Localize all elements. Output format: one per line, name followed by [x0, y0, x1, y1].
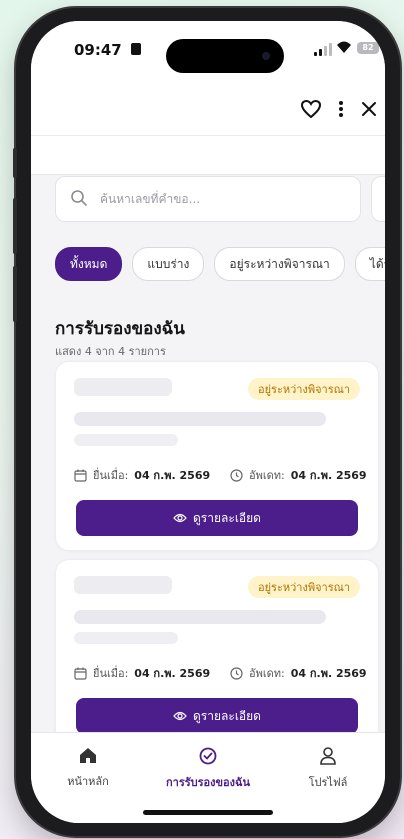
updated-label: อัพเดท:	[249, 667, 285, 680]
home-icon	[80, 748, 96, 763]
submitted-value: 04 ก.พ. 2569	[134, 667, 211, 680]
certification-card[interactable]: อยู่ระหว่างพิจารณา ยื่นเมื่อ: 04 ก.พ. 25…	[55, 559, 379, 749]
status-filter-chips: ทั้งหมด แบบร่าง อยู่ระหว่างพิจารณา ได้รั…	[55, 247, 385, 281]
status-badge: อยู่ระหว่างพิจารณา	[247, 378, 360, 400]
updated-label: อัพเดท:	[249, 469, 285, 482]
submitted-date: ยื่นเมื่อ: 04 ก.พ. 2569	[74, 466, 210, 484]
bottom-navigation: หน้าหลัก การรับรองของฉัน โปรไฟล์	[31, 732, 385, 823]
status-time: 09:47	[74, 41, 122, 59]
view-details-label: ดูรายละเอียด	[193, 510, 261, 525]
phone-frame: 09:47 82 ค้นหาเลขที่คำขอ... ทั้งหมด แบบร…	[13, 8, 400, 836]
page-title: การรับรองของฉัน	[55, 319, 185, 339]
dynamic-island	[166, 39, 284, 73]
battery-level: 82	[362, 43, 374, 52]
cellular-signal-icon	[314, 43, 332, 56]
updated-value: 04 ก.พ. 2569	[290, 667, 367, 680]
favorite-heart-icon[interactable]	[299, 97, 323, 121]
view-details-button[interactable]: ดูรายละเอียด	[76, 698, 358, 734]
chip-under-review[interactable]: อยู่ระหว่างพิจารณา	[214, 247, 345, 281]
result-count: แสดง 4 จาก 4 รายการ	[55, 345, 166, 358]
request-subtitle-redacted	[74, 632, 178, 644]
updated-value: 04 ก.พ. 2569	[290, 469, 367, 482]
calendar-icon	[74, 469, 87, 482]
filter-button[interactable]	[371, 176, 385, 222]
chip-draft[interactable]: แบบร่าง	[132, 247, 205, 281]
view-details-label: ดูรายละเอียด	[193, 708, 261, 723]
nav-home-label: หน้าหลัก	[67, 775, 109, 788]
calendar-icon	[74, 667, 87, 680]
status-bar: 09:47 82	[31, 21, 385, 85]
wifi-icon	[337, 41, 351, 53]
volume-up-button	[13, 198, 17, 254]
calendar-status-icon	[131, 43, 141, 55]
user-icon	[320, 747, 336, 765]
search-field[interactable]: ค้นหาเลขที่คำขอ...	[55, 176, 361, 222]
clock-icon	[230, 666, 243, 680]
nav-profile[interactable]: โปรไฟล์	[273, 747, 383, 791]
check-circle-icon	[199, 747, 217, 765]
search-icon	[71, 190, 87, 206]
search-placeholder: ค้นหาเลขที่คำขอ...	[100, 192, 201, 206]
submitted-label: ยื่นเมื่อ:	[93, 469, 129, 482]
nav-my-certifications[interactable]: การรับรองของฉัน	[153, 747, 263, 791]
eye-icon	[173, 513, 187, 523]
submitted-label: ยื่นเมื่อ:	[93, 667, 129, 680]
submitted-value: 04 ก.พ. 2569	[134, 469, 211, 482]
close-icon[interactable]	[357, 97, 381, 121]
submitted-date: ยื่นเมื่อ: 04 ก.พ. 2569	[74, 664, 210, 682]
nav-home[interactable]: หน้าหลัก	[33, 747, 143, 790]
request-title-redacted	[74, 610, 326, 624]
certification-card[interactable]: อยู่ระหว่างพิจารณา ยื่นเมื่อ: 04 ก.พ. 25…	[55, 361, 379, 551]
request-subtitle-redacted	[74, 434, 178, 446]
updated-date: อัพเดท: 04 ก.พ. 2569	[230, 664, 367, 682]
top-action-bar	[31, 85, 385, 136]
request-number-redacted	[74, 378, 172, 396]
nav-my-certifications-label: การรับรองของฉัน	[165, 776, 251, 789]
request-title-redacted	[74, 412, 326, 426]
more-options-icon[interactable]	[329, 97, 353, 121]
battery-icon: 82	[357, 42, 379, 54]
home-indicator	[143, 810, 273, 815]
page-header-area	[31, 136, 385, 175]
eye-icon	[173, 711, 187, 721]
silent-switch	[13, 148, 17, 178]
chip-all[interactable]: ทั้งหมด	[55, 247, 123, 281]
view-details-button[interactable]: ดูรายละเอียด	[76, 500, 358, 536]
request-number-redacted	[74, 576, 172, 594]
status-badge: อยู่ระหว่างพิจารณา	[247, 576, 360, 598]
app-screen: 09:47 82 ค้นหาเลขที่คำขอ... ทั้งหมด แบบร…	[31, 21, 385, 823]
updated-date: อัพเดท: 04 ก.พ. 2569	[230, 466, 367, 484]
clock-icon	[230, 468, 243, 482]
nav-profile-label: โปรไฟล์	[308, 776, 348, 789]
volume-down-button	[13, 266, 17, 322]
chip-approved[interactable]: ได้รับการ	[354, 247, 385, 281]
